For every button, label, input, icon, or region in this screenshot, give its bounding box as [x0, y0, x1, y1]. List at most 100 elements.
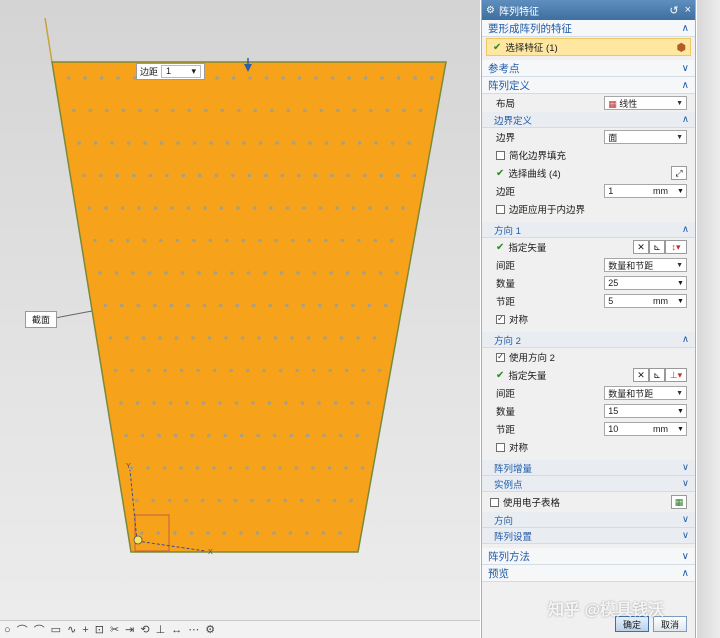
section-array-definition-header[interactable]: 阵列定义 ∧ [482, 77, 695, 94]
dir1-symmetric-row[interactable]: ✓ 对称 [482, 310, 695, 328]
dialog-title-bar[interactable]: ⚙ 阵列特征 ↺ × [482, 0, 695, 20]
margin-handle-input[interactable]: 1 ▾ [161, 65, 202, 78]
subsection-array-increment-header[interactable]: 阵列增量 ∨ [482, 460, 695, 476]
select-feature-row[interactable]: ✔ 选择特征 (1) ⬢ [486, 38, 691, 56]
use-dir2-row[interactable]: ✓ 使用方向 2 [482, 348, 695, 366]
array-hole-dot [228, 466, 233, 470]
dir1-symmetric-checkbox[interactable]: ✓ [496, 314, 505, 324]
array-hole-dot [165, 173, 169, 178]
subsection-array-settings-header[interactable]: 阵列设置 ∨ [482, 528, 695, 544]
feature-select-icon[interactable]: ⬢ [676, 41, 686, 54]
vector-type-icon[interactable]: ↕▾ [665, 240, 687, 254]
array-hole-dot [340, 238, 345, 243]
use-dir2-checkbox[interactable]: ✓ [496, 352, 505, 362]
section-array-method-header[interactable]: 阵列方法 ∨ [482, 548, 695, 565]
leader-line [54, 310, 93, 319]
section-reference-point-header[interactable]: 参考点 ∨ [482, 60, 695, 77]
dir2-symmetric-row[interactable]: 对称 [482, 438, 695, 456]
dir2-count-input[interactable]: 15 ▼ [604, 404, 687, 418]
vector-type-icon[interactable]: ⊥▾ [665, 368, 687, 382]
array-hole-dot [250, 498, 254, 503]
array-hole-dot [212, 466, 216, 470]
rectangle-icon[interactable]: ▭ [51, 623, 61, 636]
point-icon[interactable]: + [82, 624, 88, 636]
array-hole-dot [214, 173, 219, 178]
array-hole-dot [274, 238, 279, 243]
part-face[interactable] [51, 61, 447, 553]
boundary-margin-input[interactable]: 1 mm ▼ [604, 184, 687, 198]
reset-icon[interactable]: ↺ [669, 4, 678, 17]
dir2-pitch-input[interactable]: 10 mm ▼ [604, 422, 687, 436]
constraint-icon[interactable]: ⊥ [156, 623, 166, 636]
array-hole-dot [208, 238, 213, 243]
reverse-direction-icon[interactable]: ✕ [633, 240, 649, 254]
array-hole-dot [186, 303, 190, 308]
use-spreadsheet-checkbox[interactable] [490, 497, 499, 507]
simplify-fill-row[interactable]: 简化边界填充 [482, 146, 695, 164]
array-hole-dot [212, 368, 217, 373]
dimension-icon[interactable]: ↔ [171, 624, 182, 636]
array-hole-dot [390, 238, 394, 243]
array-hole-dot [162, 466, 167, 470]
dir1-spacing-select[interactable]: 数量和节距 ▼ [604, 258, 687, 272]
spreadsheet-icon[interactable]: ▦ [671, 495, 687, 509]
vector-dialog-icon[interactable]: ⊾ [649, 240, 665, 254]
array-hole-dot [355, 433, 360, 438]
subsection-orientation-header[interactable]: 方向 ∨ [482, 512, 695, 528]
subsection-direction2-header[interactable]: 方向 2 ∧ [482, 332, 695, 348]
array-hole-dot [83, 76, 87, 80]
array-hole-dot [327, 466, 332, 470]
array-hole-dot [247, 173, 252, 178]
section-preview-header[interactable]: 预览 ∧ [482, 565, 695, 582]
array-hole-dot [373, 238, 378, 243]
array-hole-dot [197, 271, 201, 275]
arc-icon[interactable]: ⌒ [17, 622, 28, 638]
subsection-direction1-header[interactable]: 方向 1 ∧ [482, 222, 695, 238]
fillet-icon[interactable]: ⌒ [34, 622, 45, 638]
array-hole-dot [168, 401, 173, 405]
close-icon[interactable]: × [685, 4, 691, 16]
spline-icon[interactable]: ∿ [67, 623, 76, 636]
use-spreadsheet-row[interactable]: 使用电子表格 ▦ [482, 492, 695, 512]
settings-icon[interactable]: ⚙ [205, 623, 215, 636]
apply-inner-row[interactable]: 边距应用于内边界 [482, 200, 695, 218]
mirror-icon[interactable]: ⟲ [140, 623, 149, 636]
array-hole-dot [169, 303, 174, 308]
offset-icon[interactable]: ⊡ [95, 623, 104, 636]
dir2-spacing-select[interactable]: 数量和节距 ▼ [604, 386, 687, 400]
circle-icon[interactable]: ○ [4, 624, 11, 636]
vector-dialog-icon[interactable]: ⊾ [649, 368, 665, 382]
section-features-header[interactable]: 要形成阵列的特征 ∧ [482, 20, 695, 37]
subsection-instance-point-header[interactable]: 实例点 ∨ [482, 476, 695, 492]
array-hole-dot [125, 336, 129, 340]
array-hole-dot [142, 238, 147, 243]
boundary-select[interactable]: 面 ▼ [604, 130, 687, 144]
apply-inner-checkbox[interactable] [496, 204, 505, 214]
array-hole-dot [402, 108, 406, 113]
csys-origin[interactable] [133, 535, 143, 545]
array-hole-dot [146, 466, 150, 470]
reverse-direction-icon[interactable]: ✕ [633, 368, 649, 382]
array-hole-dot [217, 498, 221, 503]
array-hole-dot [290, 336, 294, 340]
dir1-vector-row: ✔ 指定矢量 ✕ ⊾ ↕▾ [482, 238, 695, 256]
select-curve-row[interactable]: ✔ 选择曲线 (4) ⤢ [482, 164, 695, 182]
layout-select[interactable]: ▦ 线性 ▼ [604, 96, 687, 110]
array-hole-dot [204, 108, 208, 113]
simplify-fill-checkbox[interactable] [496, 150, 505, 160]
array-hole-dot [341, 141, 345, 145]
dir1-count-input[interactable]: 25 ▼ [604, 276, 687, 290]
pattern-icon[interactable]: ⋯ [188, 623, 199, 636]
dir2-symmetric-checkbox[interactable] [496, 442, 505, 452]
array-hole-dot [163, 368, 167, 373]
curve-select-icon[interactable]: ⤢ [671, 166, 687, 180]
dir1-pitch-input[interactable]: 5 mm ▼ [604, 294, 687, 308]
extend-icon[interactable]: ⇥ [125, 623, 134, 636]
graphics-viewport[interactable]: X Y 边距 1 ▾ 截面 [0, 0, 480, 620]
subsection-boundary-header[interactable]: 边界定义 ∧ [482, 112, 695, 128]
array-hole-dot [136, 303, 141, 308]
axis-x-label: X [208, 549, 213, 556]
margin-handle-field[interactable]: 边距 1 ▾ [136, 63, 206, 80]
array-hole-dot [278, 368, 283, 373]
trim-icon[interactable]: ✂ [110, 623, 119, 636]
